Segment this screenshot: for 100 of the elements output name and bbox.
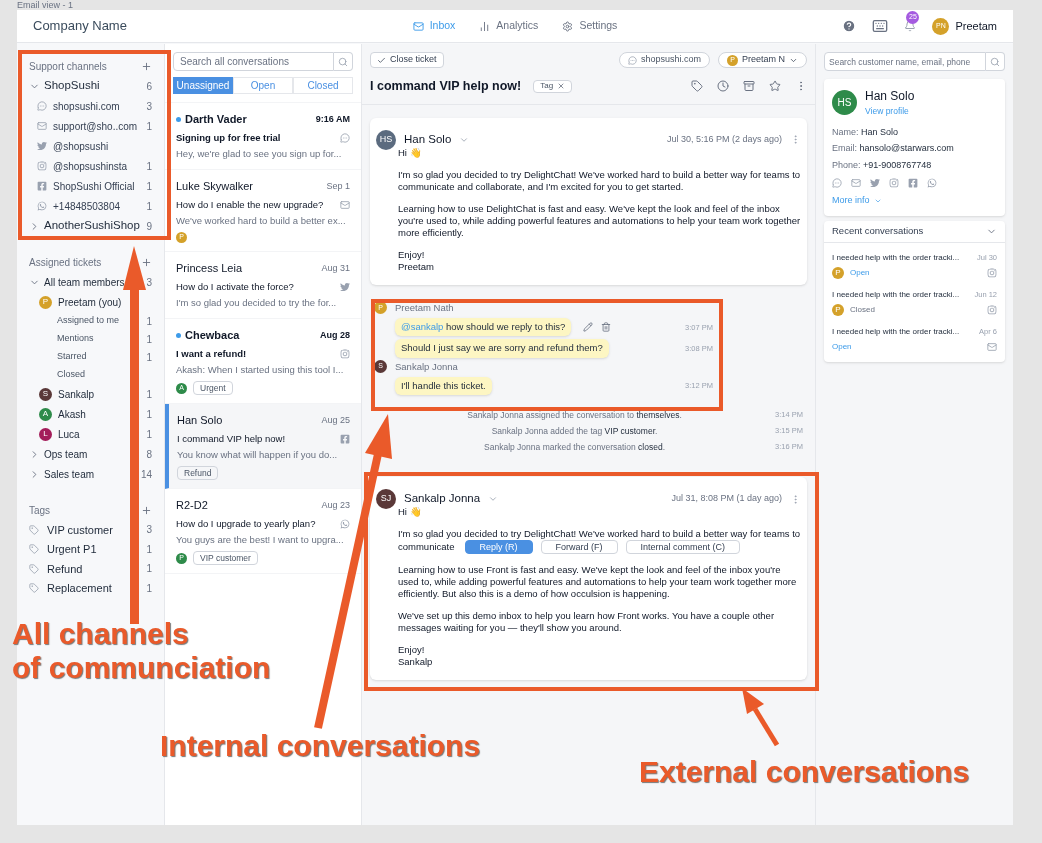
- tag-icon: [29, 563, 39, 574]
- channel-pill[interactable]: shopsushi.com: [618, 52, 710, 68]
- member-item[interactable]: A Akash 1: [17, 404, 164, 424]
- contact-name: Luke Skywalker: [176, 179, 254, 194]
- email-paragraph: I'm so glad you decided to try DelightChat! We've worked hard to build a better way for teams to communicate and collaborate, and I'm excited for you to get started.: [398, 168, 801, 193]
- activity-event: Sankalp Jonna assigned the conversation to themselves.: [466, 408, 683, 422]
- email-paragraph: I'm so glad you decided to try DelightChat! We've worked hard to build a better way for teams to: [398, 528, 801, 540]
- tag-item[interactable]: Replacement 1: [17, 578, 164, 598]
- team-item[interactable]: All team members 3: [17, 272, 164, 292]
- count: 1: [146, 581, 152, 596]
- annotation-label: Internal conversations: [160, 729, 481, 763]
- keyboard-icon[interactable]: [872, 18, 889, 34]
- filter-item[interactable]: Mentions 1: [17, 330, 164, 348]
- mail-icon: [37, 121, 47, 131]
- count: 1: [146, 199, 152, 214]
- conversation-item[interactable]: Darth Vader 9:16 AM Signing up for free trial Hey, we're glad to see you sign up for...: [165, 103, 361, 170]
- filter-item[interactable]: Assigned to me 1: [17, 312, 164, 330]
- tag-icon[interactable]: [691, 80, 703, 93]
- avatar: P: [832, 266, 844, 279]
- channel-item[interactable]: @shopsushinsta 1: [17, 156, 164, 176]
- conversation-preview: You guys are the best! I want to upgra...: [176, 532, 345, 547]
- email-paragraph: Learning how to use DelightChat is fast and easy. We've kept the look and feel of the inbox you're used to, while adding powerful features and automations to help your team work together more efficiently.: [398, 202, 801, 239]
- close-ticket-button[interactable]: Close ticket: [370, 52, 444, 68]
- avatar: P: [832, 303, 844, 316]
- team-item[interactable]: Sales team 14: [17, 464, 164, 484]
- tag-chip: Refund: [177, 466, 219, 480]
- filter-tab[interactable]: Closed: [293, 77, 353, 94]
- help-icon[interactable]: [842, 19, 857, 33]
- chat-bubble-icon: [340, 132, 350, 143]
- channel-item[interactable]: @shopsushi: [17, 136, 164, 156]
- tag-chip: Urgent: [193, 381, 233, 395]
- clock-icon[interactable]: [717, 80, 729, 93]
- conversation-time: 9:16 AM: [315, 112, 350, 126]
- channel-item[interactable]: ShopSushi Official 1: [17, 176, 164, 196]
- star-icon[interactable]: [769, 80, 781, 93]
- trash-icon[interactable]: [601, 322, 612, 333]
- avatar: L: [39, 427, 52, 441]
- member-item[interactable]: P Preetam (you): [17, 292, 164, 312]
- archive-icon[interactable]: [743, 80, 755, 93]
- channel-item[interactable]: support@sho..com 1: [17, 116, 164, 136]
- channel-group[interactable]: ShopSushi 6: [17, 76, 164, 96]
- reply-action-button[interactable]: Internal comment (C): [625, 540, 741, 554]
- bird-icon: [37, 141, 47, 151]
- reply-action-button[interactable]: Forward (F): [540, 540, 618, 554]
- annotation-label: External conversations: [639, 755, 970, 789]
- add-icon[interactable]: [141, 504, 152, 516]
- search-field[interactable]: Search all conversations: [173, 52, 334, 71]
- filter-item[interactable]: Starred 1: [17, 348, 164, 366]
- tag-item[interactable]: Refund 1: [17, 559, 164, 579]
- conversation-subject: I want a refund!: [176, 346, 247, 361]
- member-item[interactable]: S Sankalp 1: [17, 384, 164, 404]
- channel-item[interactable]: shopsushi.com 3: [17, 96, 164, 116]
- tag-icon: [29, 544, 39, 555]
- recent-title: Recent conversations: [832, 224, 924, 239]
- count: 1: [146, 332, 152, 347]
- tag-icon: [29, 524, 39, 535]
- section-title: Tags: [29, 503, 51, 518]
- settings-icon: [562, 20, 574, 32]
- ticket-title: I command VIP help now!: [370, 78, 522, 95]
- conversation-item[interactable]: Princess Leia Aug 31 How do I activate the force? I'm so glad you decided to try the for...: [165, 252, 361, 319]
- chevron-down-icon[interactable]: [488, 494, 499, 504]
- count: 3: [146, 99, 152, 114]
- count: 1: [146, 119, 152, 134]
- team-item[interactable]: Ops team 8: [17, 444, 164, 464]
- nav-tab[interactable]: Analytics: [479, 18, 539, 34]
- filter-tab[interactable]: Open: [233, 77, 293, 94]
- nav-tab[interactable]: Settings: [562, 18, 618, 34]
- customer-name: Han Solo: [865, 88, 915, 105]
- bell-icon[interactable]: [904, 20, 917, 32]
- add-icon[interactable]: [141, 60, 152, 72]
- avatar: A: [39, 407, 52, 421]
- edit-icon[interactable]: [583, 322, 594, 333]
- letter-f-icon: [340, 433, 350, 444]
- recent-subject: I needed help with the order tracki...: [832, 251, 960, 264]
- conversation-subject: How do I activate the force?: [176, 279, 294, 294]
- mail-icon: [987, 341, 997, 352]
- conversation-preview: I'm so glad you decided to try the for...: [176, 295, 338, 310]
- mail-icon: [340, 199, 350, 210]
- member-item[interactable]: L Luca 1: [17, 424, 164, 444]
- add-icon[interactable]: [141, 256, 152, 268]
- conversation-time: Sep 1: [326, 179, 350, 193]
- customer-search-field[interactable]: Search customer name, email, phone: [824, 52, 986, 71]
- camera-icon: [340, 348, 350, 359]
- tag-button[interactable]: Tag: [533, 79, 573, 93]
- filter-item[interactable]: Closed: [17, 366, 164, 384]
- search-icon[interactable]: [990, 56, 1000, 67]
- tag-item[interactable]: Urgent P1 1: [17, 539, 164, 559]
- sender-name: Sankalp Jonna: [404, 491, 481, 507]
- email-paragraph: Learning how to use Front is fast and easy. We've kept the look and feel of the inbox you're used to, while adding powerful features and automations to help your team work together more efficiently. But also this is a demo of how occulsion is happening.: [398, 564, 798, 600]
- conversation-item[interactable]: Han Solo Aug 25 I command VIP help now! You know what will happen if you do... Refund: [165, 404, 361, 489]
- close-icon: [557, 82, 566, 91]
- channel-group[interactable]: AnotherSushiShop 9: [17, 216, 164, 236]
- email-paragraph: Hi 👋: [398, 146, 423, 159]
- search-icon[interactable]: [338, 56, 348, 67]
- status-label: Open: [832, 340, 852, 353]
- channel-item[interactable]: +14848503804 1: [17, 196, 164, 216]
- mail-icon: [412, 20, 424, 32]
- camera-icon: [987, 267, 997, 278]
- conversation-subject: I command VIP help now!: [177, 431, 286, 446]
- tag-item[interactable]: VIP customer 3: [17, 520, 164, 540]
